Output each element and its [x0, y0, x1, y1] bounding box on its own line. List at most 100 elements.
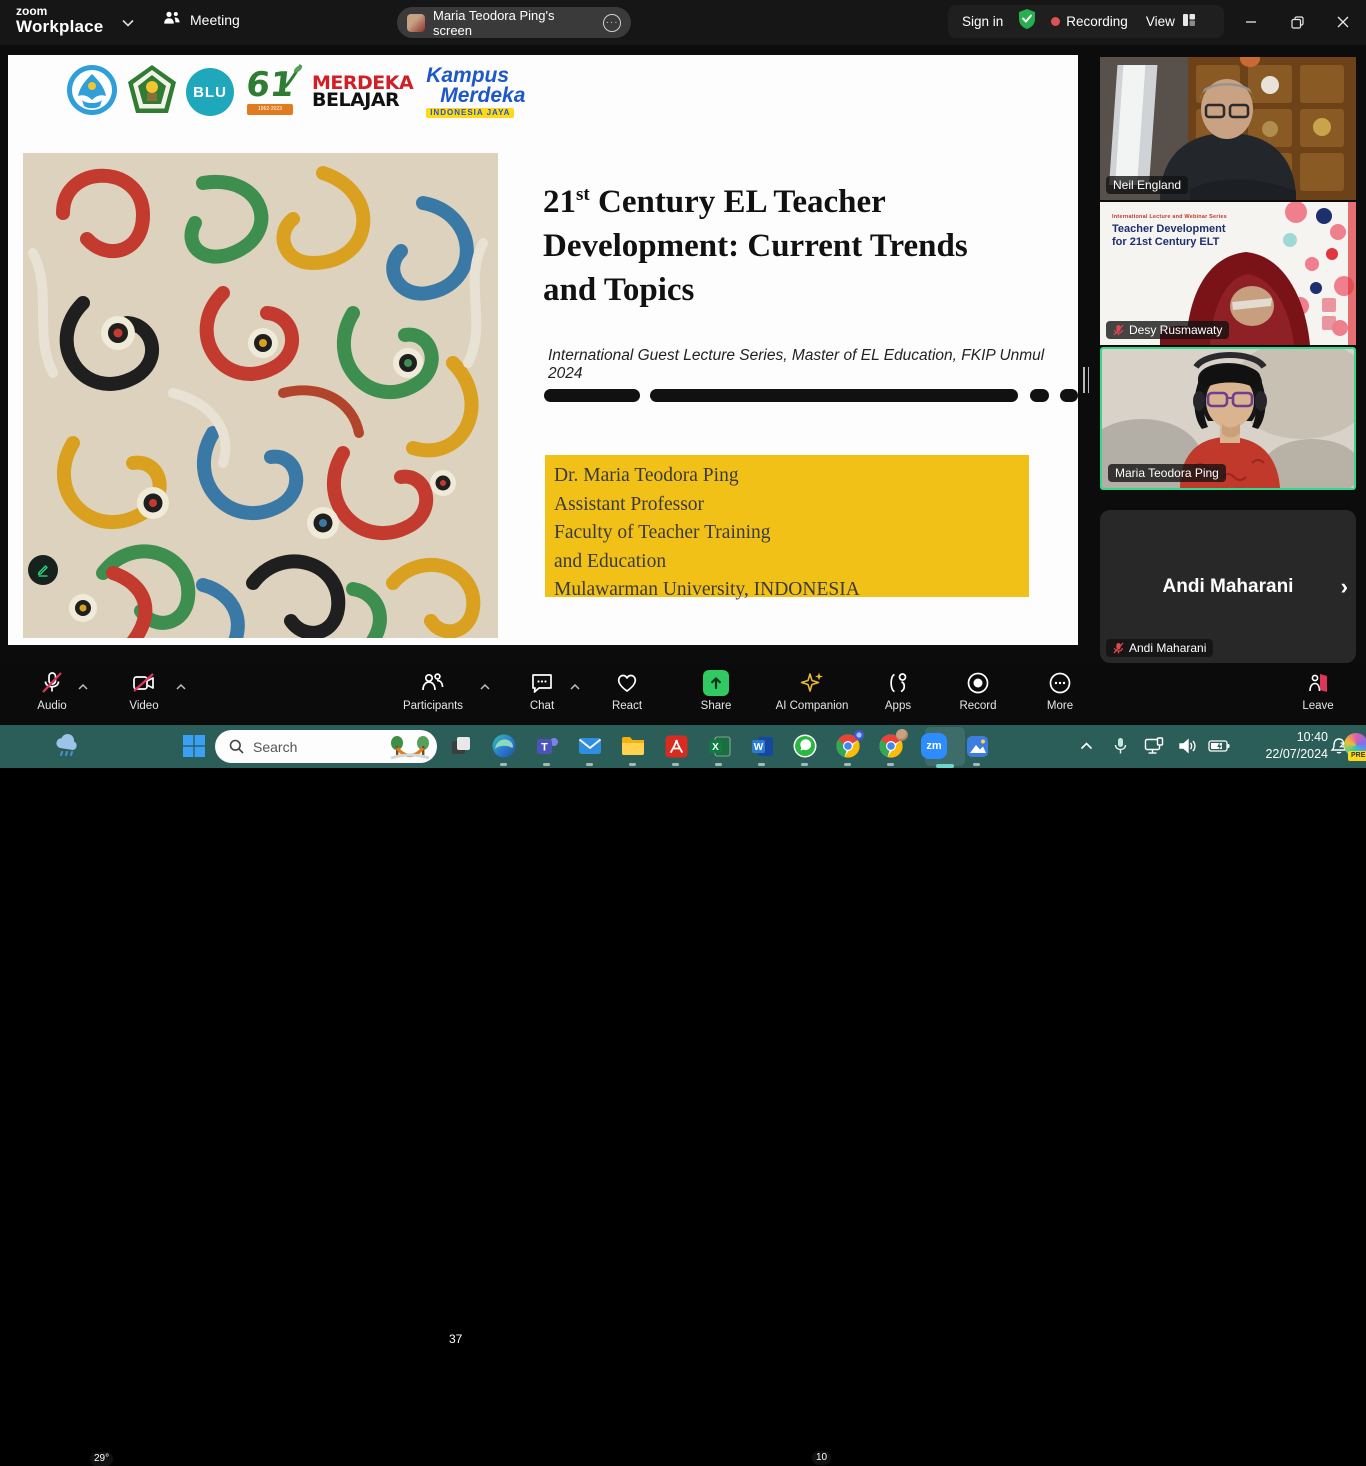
participant-nameplate: Maria Teodora Ping: [1108, 464, 1226, 482]
tab-options-icon[interactable]: ···: [603, 14, 621, 32]
apps-button[interactable]: Apps: [856, 670, 940, 712]
tray-mic-icon[interactable]: [1106, 732, 1134, 760]
search-seasonal-art: [389, 734, 431, 760]
teams-app-icon[interactable]: T: [533, 732, 561, 760]
recording-label: Recording: [1066, 14, 1128, 29]
view-grid-icon: [1182, 13, 1196, 30]
chrome-app-icon[interactable]: [834, 732, 862, 760]
search-icon: [229, 739, 244, 754]
video-options-caret[interactable]: [176, 677, 186, 695]
excel-app-icon[interactable]: X: [705, 732, 733, 760]
edge-app-icon[interactable]: [490, 732, 518, 760]
running-indicator: [672, 763, 679, 766]
divider-bar: [544, 389, 640, 402]
virtual-background-poster: International Lecture and Webinar Series…: [1112, 214, 1227, 248]
annotate-button[interactable]: [28, 555, 58, 585]
sign-in-button[interactable]: Sign in: [962, 14, 1003, 29]
running-indicator: [887, 763, 894, 766]
svg-text:T: T: [541, 741, 548, 753]
profile-ring: [853, 729, 865, 741]
video-tile-maria-teodora-ping[interactable]: Maria Teodora Ping: [1100, 347, 1356, 490]
participant-nameplate: Desy Rusmawaty: [1106, 321, 1229, 339]
whatsapp-app-icon[interactable]: [791, 732, 819, 760]
view-button[interactable]: View: [1146, 13, 1196, 30]
chevron-down-icon[interactable]: [122, 16, 134, 30]
word-glyph: W: [753, 742, 763, 753]
audio-options-caret[interactable]: [78, 677, 88, 695]
meeting-toolbar: Audio Video Participants 37: [0, 663, 1366, 725]
mail-app-icon[interactable]: [576, 732, 604, 760]
acrobat-app-icon[interactable]: [662, 732, 690, 760]
profile-avatar: [896, 729, 908, 741]
weather-widget[interactable]: [52, 732, 80, 760]
running-indicator: [715, 763, 722, 766]
speaker-info-box: Dr. Maria Teodora Ping Assistant Profess…: [545, 455, 1029, 597]
record-button[interactable]: Record: [936, 670, 1020, 712]
more-button[interactable]: More: [1018, 670, 1102, 712]
tray-date: 22/07/2024: [1240, 746, 1328, 763]
security-shield-icon[interactable]: [1017, 8, 1037, 35]
file-explorer-icon[interactable]: [619, 732, 647, 760]
video-tile-neil-england[interactable]: Neil England: [1100, 57, 1356, 200]
participants-icon: [163, 10, 181, 29]
panel-resize-handle[interactable]: [1083, 367, 1091, 393]
tray-volume-icon[interactable]: [1174, 732, 1202, 760]
zoom-app-running-indicator: [936, 764, 954, 768]
copilot-pre-badge: PRE: [1348, 751, 1366, 761]
leave-button[interactable]: Leave: [1276, 670, 1360, 712]
zoom-app-icon[interactable]: zm: [920, 732, 948, 760]
recording-indicator: Recording: [1051, 14, 1128, 29]
tab-shared-screen-label: Maria Teodora Ping's screen: [433, 8, 595, 38]
tray-display-icon[interactable]: [1140, 732, 1168, 760]
tray-expand-chevron[interactable]: [1072, 732, 1100, 760]
more-icon: [1047, 670, 1073, 696]
kampus-merdeka-logo: Kampus Merdeka INDONESIA JAYA: [426, 66, 535, 117]
video-tile-desy-rusmawaty[interactable]: International Lecture and Webinar Series…: [1100, 202, 1356, 345]
restore-button[interactable]: [1282, 8, 1312, 36]
pencil-icon: [35, 562, 51, 578]
minimize-button[interactable]: [1236, 8, 1266, 36]
participants-count: 37: [449, 1332, 462, 1346]
merdeka-belajar-logo: MERDEKA BELAJAR: [312, 75, 413, 110]
close-button[interactable]: [1328, 8, 1358, 36]
search-label: Search: [253, 739, 380, 755]
running-indicator: [586, 763, 593, 766]
react-button[interactable]: React: [585, 670, 669, 712]
start-button[interactable]: [180, 732, 208, 760]
institution-logos: BLU 61 1962-2023 MERDEKA BELAJAR Kampus …: [66, 63, 535, 121]
shared-screen-slide: BLU 61 1962-2023 MERDEKA BELAJAR Kampus …: [8, 55, 1078, 645]
running-indicator: [629, 763, 636, 766]
running-indicator: [973, 763, 980, 766]
windows-icon: [182, 734, 206, 758]
chrome-profile2-app-icon[interactable]: [877, 732, 905, 760]
excel-glyph: X: [712, 742, 719, 753]
ministry-education-logo: [66, 64, 118, 121]
task-view-button[interactable]: [447, 732, 475, 760]
ai-companion-button[interactable]: AI Companion: [770, 670, 854, 712]
divider-bar: [1060, 389, 1078, 402]
apps-icon: [885, 670, 911, 696]
photos-app-icon[interactable]: [963, 732, 991, 760]
participants-options-caret[interactable]: [480, 677, 490, 695]
video-button[interactable]: Video: [102, 670, 186, 712]
participant-nameplate: Neil England: [1106, 176, 1188, 194]
tab-meeting[interactable]: Meeting: [163, 10, 240, 29]
tray-battery-icon[interactable]: [1205, 732, 1233, 760]
tab-meeting-label: Meeting: [190, 12, 240, 28]
taskbar-search[interactable]: Search: [215, 730, 437, 763]
divider-bar: [1030, 389, 1049, 402]
tab-shared-screen[interactable]: Maria Teodora Ping's screen ···: [397, 7, 631, 38]
chevron-right-icon[interactable]: ›: [1341, 574, 1348, 600]
participants-button[interactable]: Participants: [391, 670, 475, 712]
participant-nameplate: Andi Maharani: [1106, 639, 1213, 657]
share-icon: [703, 670, 729, 696]
whatsapp-badge: 10: [812, 1451, 831, 1465]
word-app-icon[interactable]: W: [748, 732, 776, 760]
slide-subtitle: International Guest Lecture Series, Mast…: [548, 347, 1048, 383]
slide-title: 21st Century EL Teacher Development: Cur…: [543, 173, 1048, 312]
tray-clock[interactable]: 10:40 22/07/2024: [1240, 729, 1328, 763]
share-screen-button[interactable]: Share: [674, 670, 758, 712]
video-tile-andi-maharani[interactable]: Andi Maharani › Andi Maharani: [1100, 510, 1356, 663]
chat-options-caret[interactable]: [570, 677, 580, 695]
windows-taskbar: 29° Search: [0, 725, 1366, 768]
